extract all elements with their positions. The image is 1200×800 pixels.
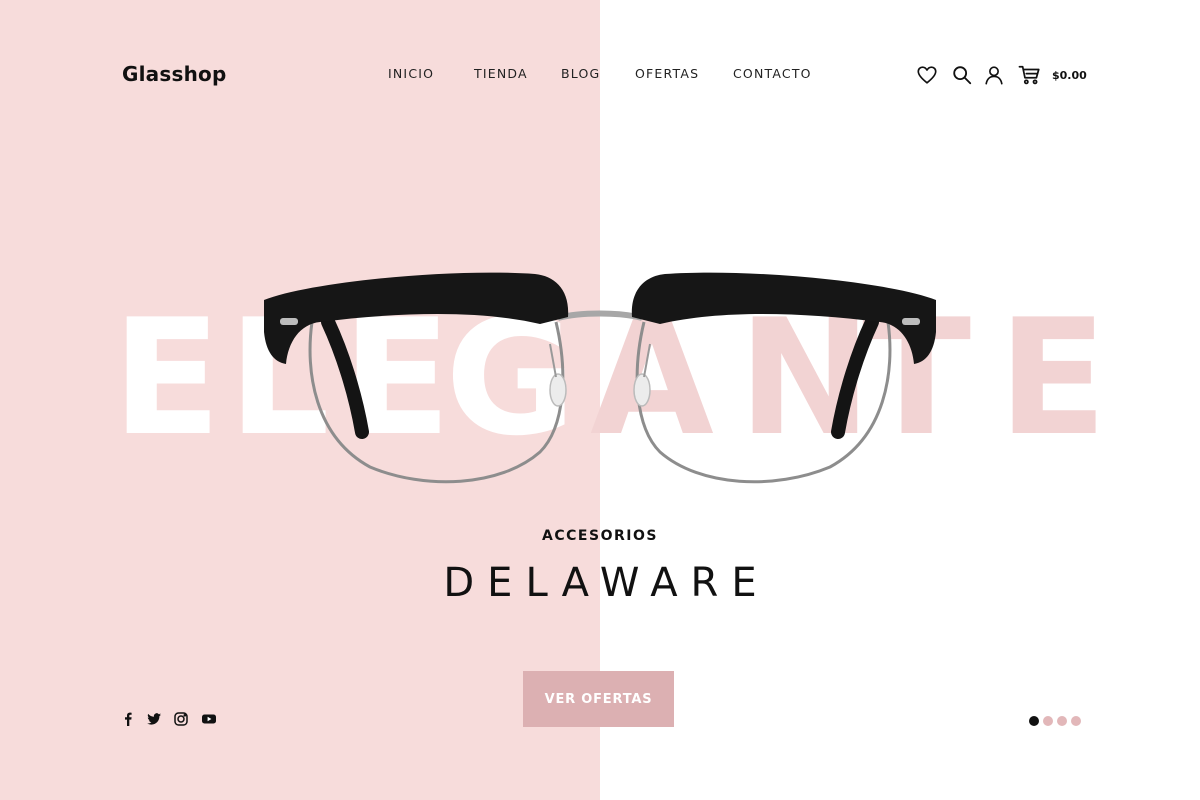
nav-item-tienda[interactable]: TIENDA bbox=[474, 66, 528, 81]
hero-title: DELAWARE bbox=[443, 560, 770, 606]
nav-item-inicio[interactable]: INICIO bbox=[388, 66, 434, 81]
nav-item-blog[interactable]: BLOG bbox=[561, 66, 600, 81]
hero-eyebrow: ACCESORIOS bbox=[542, 528, 658, 544]
slider-dot-2[interactable] bbox=[1043, 716, 1053, 726]
user-icon[interactable] bbox=[983, 64, 1005, 86]
twitter-icon[interactable] bbox=[146, 711, 162, 727]
instagram-icon[interactable] bbox=[173, 711, 189, 727]
youtube-icon[interactable] bbox=[201, 711, 217, 727]
cart-icon[interactable] bbox=[1017, 64, 1043, 86]
slider-dot-3[interactable] bbox=[1057, 716, 1067, 726]
slider-dot-1[interactable] bbox=[1029, 716, 1039, 726]
site-logo[interactable]: Glasshop bbox=[122, 62, 226, 86]
nav-item-ofertas[interactable]: OFERTAS bbox=[635, 66, 699, 81]
ver-ofertas-button[interactable]: VER OFERTAS bbox=[523, 671, 674, 727]
search-icon[interactable] bbox=[951, 64, 973, 86]
facebook-icon[interactable] bbox=[120, 711, 136, 727]
glasses-image bbox=[264, 272, 936, 484]
cart-total[interactable]: $0.00 bbox=[1052, 69, 1087, 82]
hero-letter-8: E bbox=[998, 284, 1108, 471]
slider-dot-4[interactable] bbox=[1071, 716, 1081, 726]
hero-letter-1: E bbox=[112, 284, 222, 471]
heart-icon[interactable] bbox=[916, 64, 938, 86]
nav-item-contacto[interactable]: CONTACTO bbox=[733, 66, 812, 81]
